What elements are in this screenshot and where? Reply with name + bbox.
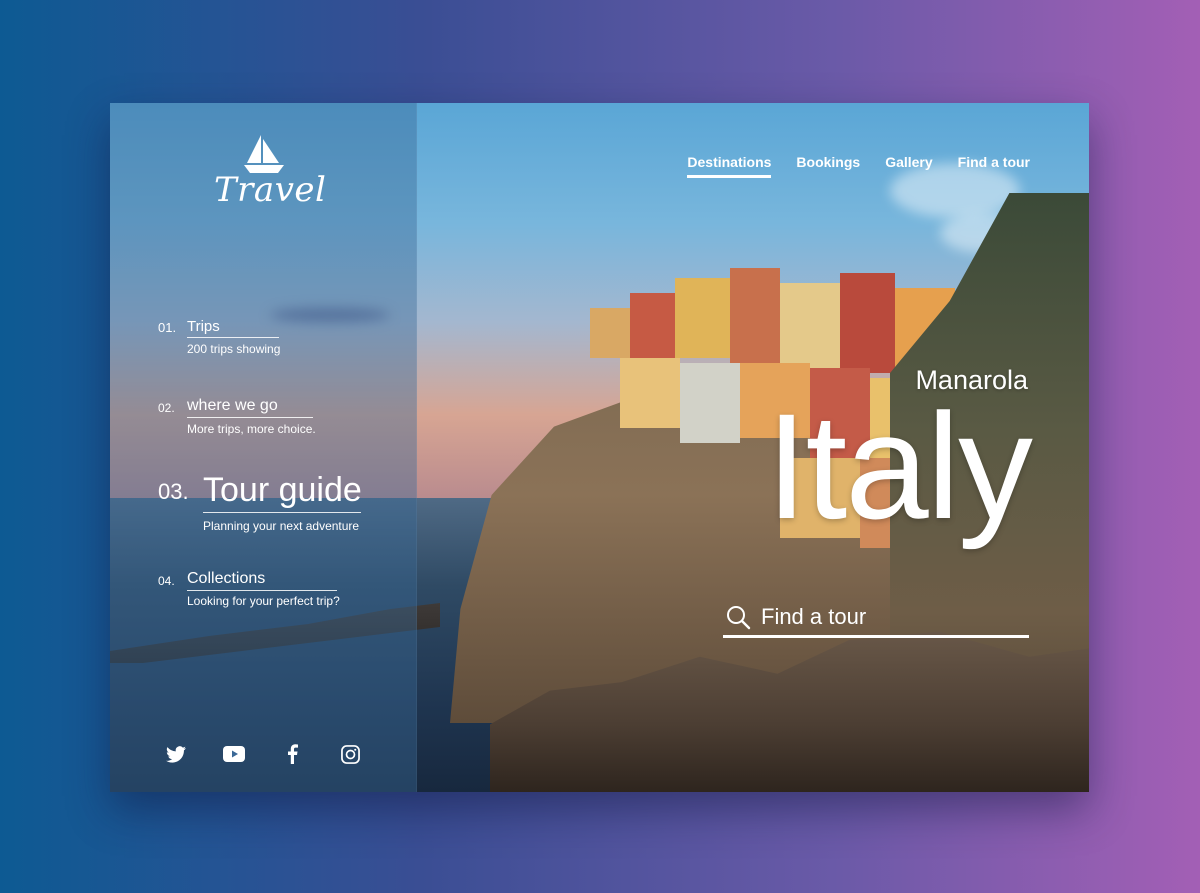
nav-destinations[interactable]: Destinations — [687, 154, 772, 178]
nav-bookings[interactable]: Bookings — [796, 154, 860, 178]
social-links — [165, 743, 361, 765]
menu-number: 01. — [158, 320, 177, 335]
menu-number: 04. — [158, 574, 175, 588]
search-icon[interactable] — [725, 604, 751, 630]
tour-search — [723, 598, 1029, 638]
menu-subtitle: More trips, more choice. — [187, 422, 316, 436]
facebook-icon[interactable] — [281, 743, 303, 765]
menu-subtitle: 200 trips showing — [187, 342, 281, 356]
side-panel: Travel 01. Trips 200 trips showing 02. w… — [110, 103, 417, 792]
menu-subtitle: Planning your next adventure — [203, 519, 360, 533]
nav-find-a-tour[interactable]: Find a tour — [958, 154, 1030, 178]
menu-number: 02. — [158, 401, 175, 415]
menu-subtitle: Looking for your perfect trip? — [187, 594, 340, 608]
hero-card: Travel 01. Trips 200 trips showing 02. w… — [110, 103, 1089, 792]
twitter-icon[interactable] — [165, 743, 187, 765]
menu-title: Collections — [187, 570, 337, 591]
search-input[interactable] — [761, 603, 1011, 630]
menu-number: 03. — [158, 479, 189, 504]
menu-title: Trips — [187, 318, 279, 338]
sailboat-icon — [244, 135, 284, 173]
brand-logo[interactable]: Travel — [214, 133, 327, 213]
top-nav: Destinations Bookings Gallery Find a tou… — [687, 154, 1030, 178]
menu-title: where we go — [187, 397, 313, 418]
youtube-icon[interactable] — [223, 743, 245, 765]
hero-title: Italy — [765, 382, 1033, 550]
nav-gallery[interactable]: Gallery — [885, 154, 932, 178]
menu-title: Tour guide — [203, 471, 362, 513]
brand-name: Travel — [214, 170, 327, 210]
instagram-icon[interactable] — [339, 743, 361, 765]
